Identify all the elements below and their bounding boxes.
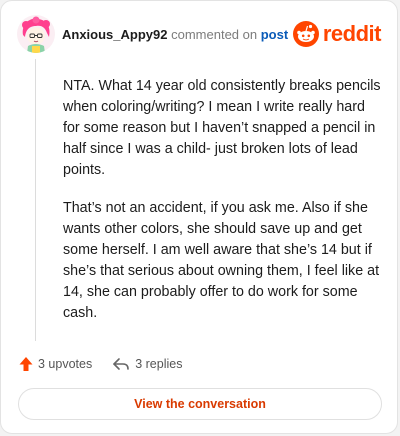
comment-paragraph-2: That’s not an accident, if you ask me. A… bbox=[63, 200, 380, 321]
upvote-arrow-icon bbox=[19, 357, 33, 371]
reddit-brand[interactable]: reddit bbox=[292, 19, 382, 49]
avatar-icon bbox=[17, 15, 55, 53]
upvote-button[interactable]: 3 upvotes bbox=[19, 356, 92, 372]
comment-actions: 3 upvotes 3 replies bbox=[19, 354, 202, 374]
post-link[interactable]: post bbox=[261, 27, 288, 42]
username-link[interactable]: Anxious_Appy92 bbox=[62, 27, 167, 42]
reddit-snoo-icon bbox=[292, 21, 319, 47]
comment-paragraph-1: NTA. What 14 year old consistently break… bbox=[63, 78, 381, 178]
view-conversation-button[interactable]: View the conversation bbox=[18, 388, 382, 420]
comment-header: Anxious_Appy92 commented on post reddit bbox=[17, 15, 382, 55]
reply-arrow-icon bbox=[113, 358, 130, 370]
upvote-count: 3 upvotes bbox=[38, 357, 93, 371]
comment-meta: Anxious_Appy92 commented on post bbox=[62, 27, 288, 42]
comment-card: Anxious_Appy92 commented on post reddit … bbox=[0, 0, 398, 434]
comment-body: NTA. What 14 year old consistently break… bbox=[63, 76, 381, 341]
brand-wordmark: reddit bbox=[322, 21, 382, 46]
thread-line bbox=[35, 59, 36, 341]
action-text: commented on bbox=[171, 27, 258, 42]
reply-count: 3 replies bbox=[135, 357, 183, 371]
reply-button[interactable]: 3 replies bbox=[112, 357, 182, 371]
user-avatar[interactable] bbox=[17, 15, 55, 53]
